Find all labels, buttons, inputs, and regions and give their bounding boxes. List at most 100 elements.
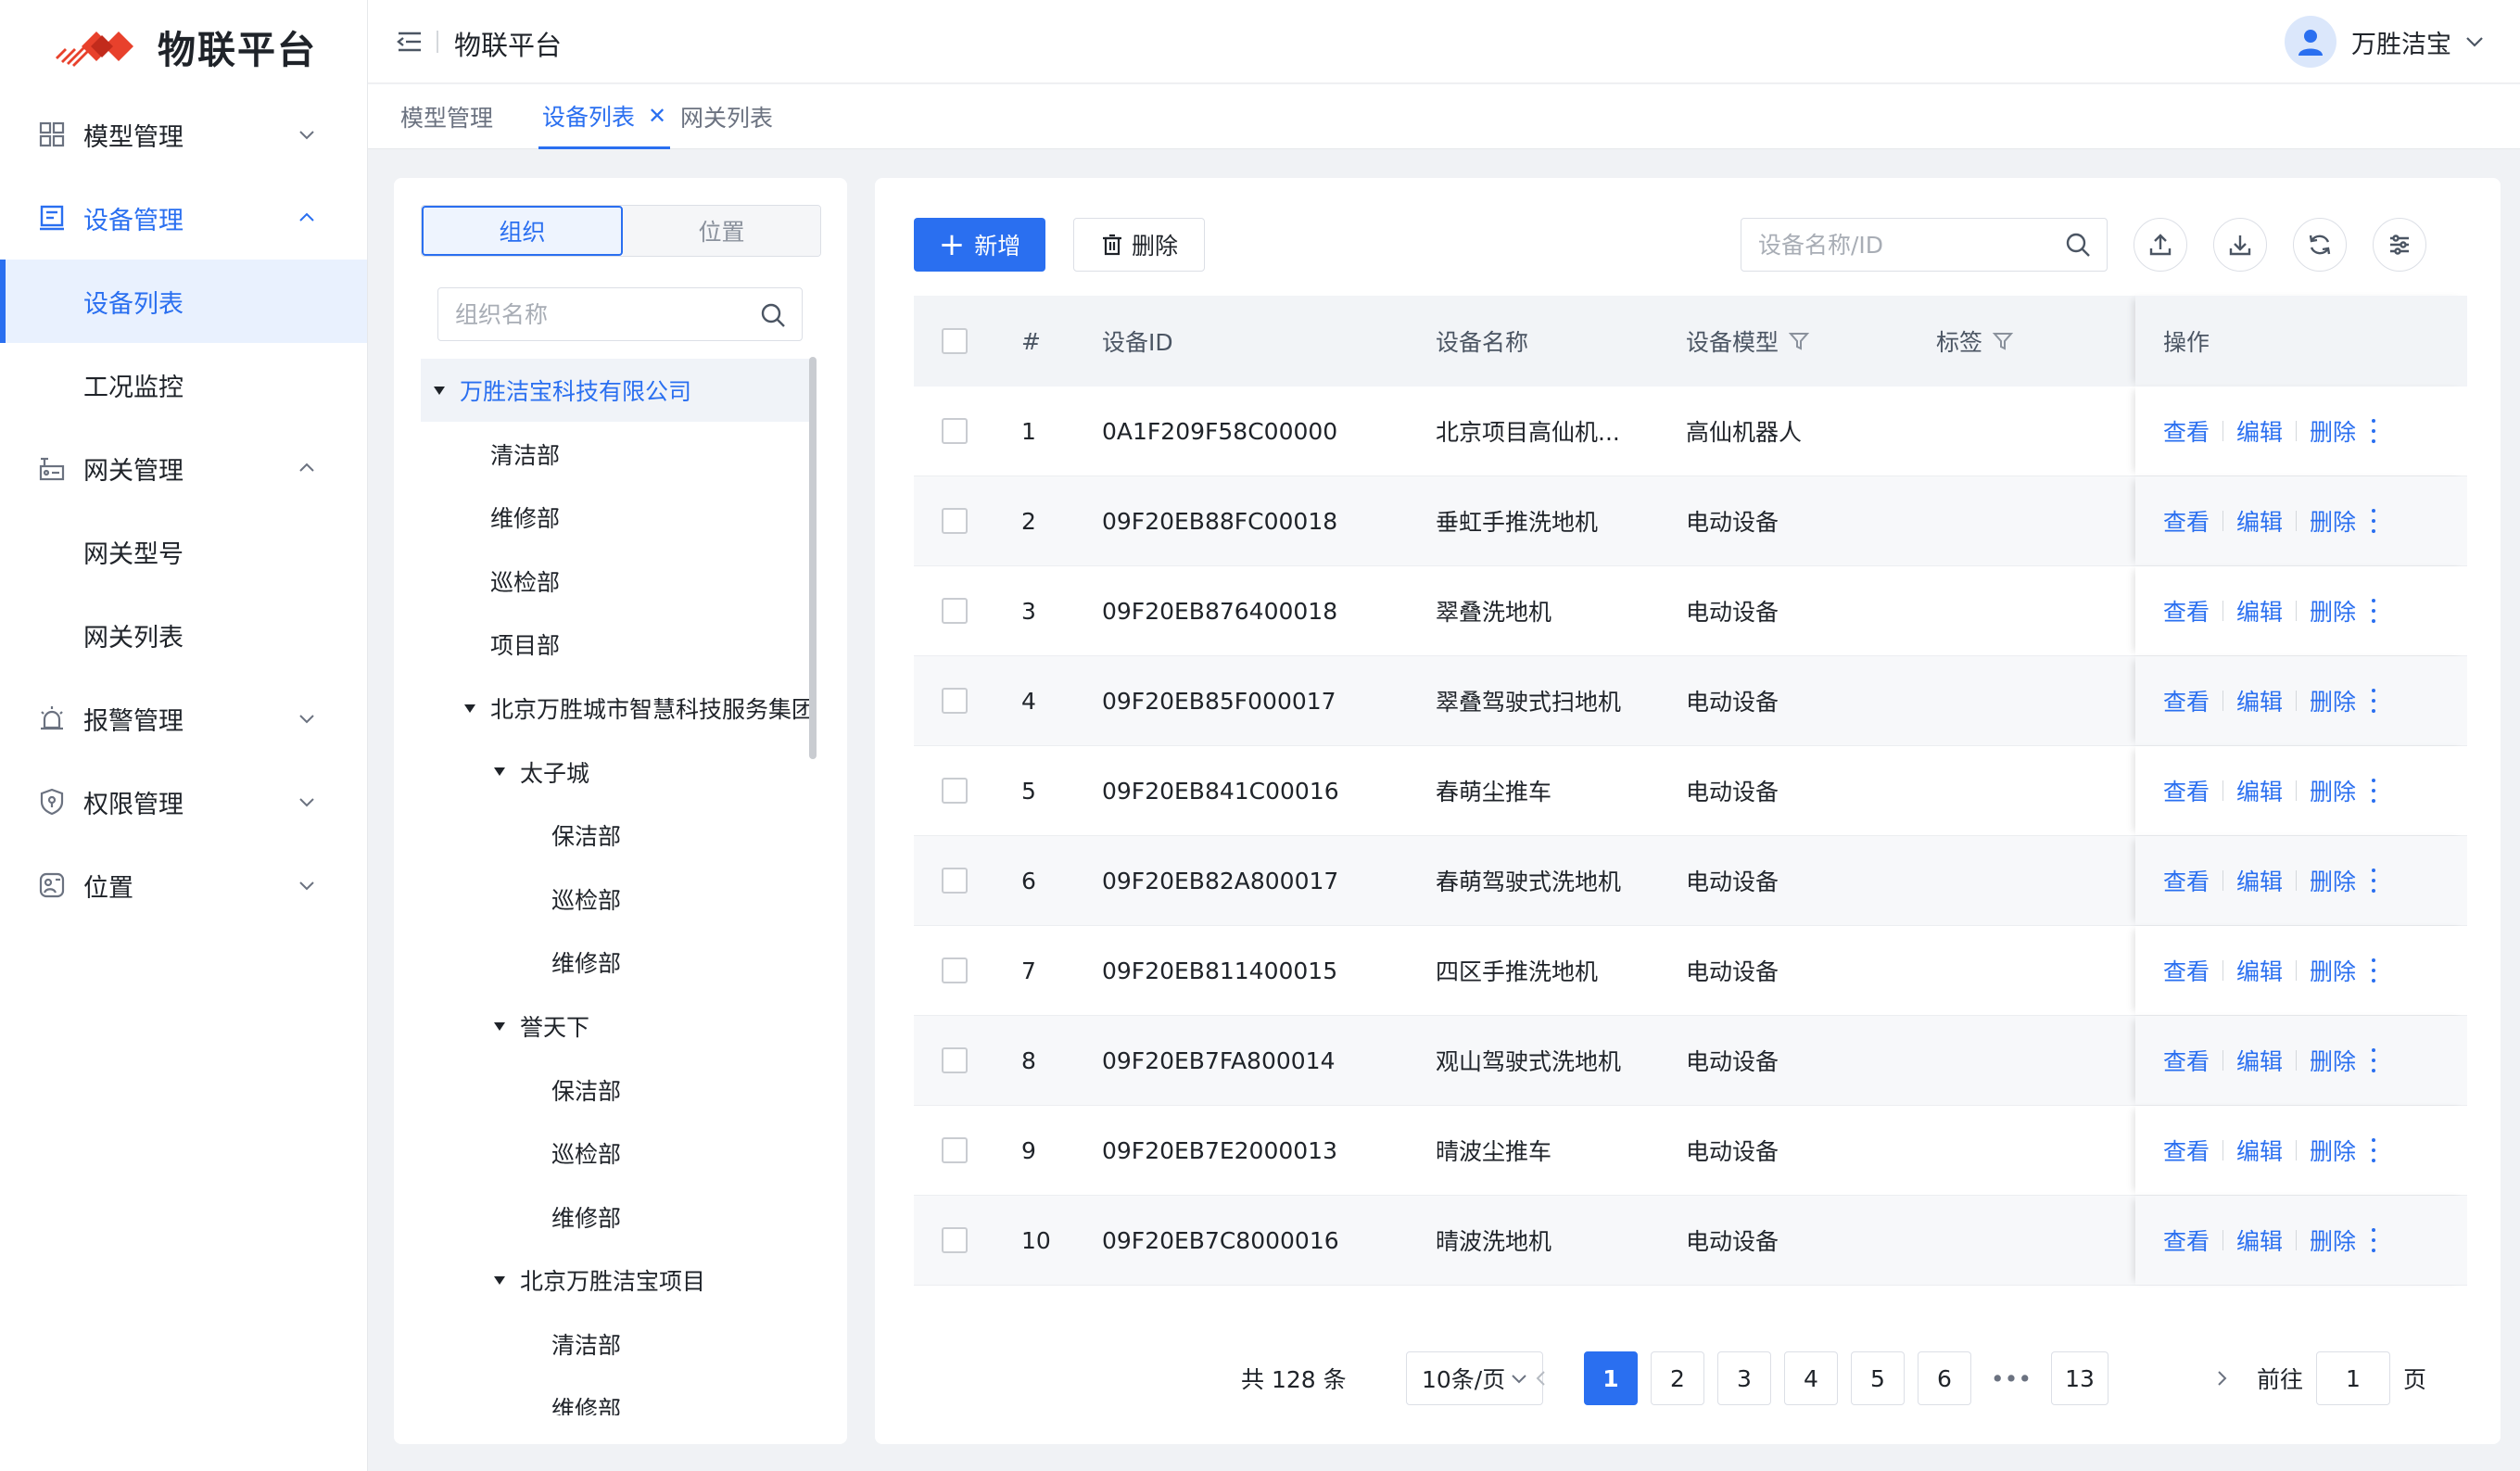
nav-condition-monitor[interactable]: 工况监控 xyxy=(0,343,367,426)
delete-link[interactable]: 删除 xyxy=(2310,1134,2356,1167)
tree-node[interactable]: 维修部 xyxy=(421,1186,810,1249)
edit-link[interactable]: 编辑 xyxy=(2236,774,2283,807)
edit-link[interactable]: 编辑 xyxy=(2236,864,2283,897)
page-ellipsis[interactable]: ••• xyxy=(1984,1351,2038,1405)
nav-gateway-management[interactable]: 网关管理 xyxy=(0,426,367,510)
tree-node[interactable]: 项目部 xyxy=(421,613,810,676)
filter-icon[interactable] xyxy=(1788,330,1810,352)
next-page-button[interactable] xyxy=(2195,1351,2248,1405)
tree-node[interactable]: 巡检部 xyxy=(421,550,810,613)
row-checkbox[interactable] xyxy=(942,926,968,1015)
table-row[interactable]: 3 09F20EB876400018 翠叠洗地机 电动设备 查看 编辑 删除 xyxy=(914,566,2467,656)
more-vertical-icon[interactable] xyxy=(2371,1228,2376,1252)
tree-node[interactable]: 维修部 xyxy=(421,486,810,549)
view-link[interactable]: 查看 xyxy=(2163,1044,2210,1077)
caret-down-icon[interactable] xyxy=(494,1275,505,1285)
download-icon[interactable] xyxy=(2213,218,2267,272)
segment-location[interactable]: 位置 xyxy=(623,206,820,256)
tree-node[interactable]: 巡检部 xyxy=(421,868,810,931)
more-vertical-icon[interactable] xyxy=(2371,419,2376,443)
more-vertical-icon[interactable] xyxy=(2371,599,2376,623)
tab-device-list[interactable]: 设备列表 ✕ xyxy=(538,84,671,149)
delete-link[interactable]: 删除 xyxy=(2310,504,2356,538)
row-checkbox[interactable] xyxy=(942,476,968,565)
edit-link[interactable]: 编辑 xyxy=(2236,504,2283,538)
delete-link[interactable]: 删除 xyxy=(2310,954,2356,987)
tree-node[interactable]: 维修部 xyxy=(421,931,810,994)
page-button[interactable]: 6 xyxy=(1918,1351,1971,1405)
delete-button[interactable]: 删除 xyxy=(1073,218,1205,272)
table-row[interactable]: 2 09F20EB88FC00018 垂虹手推洗地机 电动设备 查看 编辑 删除 xyxy=(914,476,2467,566)
row-checkbox[interactable] xyxy=(942,387,968,476)
delete-link[interactable]: 删除 xyxy=(2310,864,2356,897)
delete-link[interactable]: 删除 xyxy=(2310,414,2356,448)
org-search-input[interactable] xyxy=(438,288,744,340)
search-icon[interactable] xyxy=(759,301,787,329)
row-checkbox[interactable] xyxy=(942,836,968,925)
app-logo[interactable]: 物联平台 xyxy=(54,19,317,74)
view-link[interactable]: 查看 xyxy=(2163,1224,2210,1257)
delete-link[interactable]: 删除 xyxy=(2310,594,2356,628)
tab-model-management[interactable]: 模型管理 xyxy=(400,84,493,149)
tree-node[interactable]: 北京万胜城市智慧科技服务集团 xyxy=(421,677,810,740)
table-row[interactable]: 10 09F20EB7C8000016 晴波洗地机 电动设备 查看 编辑 删除 xyxy=(914,1196,2467,1286)
menu-fold-icon[interactable] xyxy=(396,28,424,56)
table-row[interactable]: 7 09F20EB811400015 四区手推洗地机 电动设备 查看 编辑 删除 xyxy=(914,926,2467,1016)
delete-link[interactable]: 删除 xyxy=(2310,1224,2356,1257)
upload-icon[interactable] xyxy=(2134,218,2187,272)
page-button[interactable]: 1 xyxy=(1584,1351,1638,1405)
table-row[interactable]: 8 09F20EB7FA800014 观山驾驶式洗地机 电动设备 查看 编辑 删除 xyxy=(914,1016,2467,1106)
more-vertical-icon[interactable] xyxy=(2371,509,2376,533)
edit-link[interactable]: 编辑 xyxy=(2236,594,2283,628)
nav-alarm-management[interactable]: 报警管理 xyxy=(0,677,367,760)
nav-permission-management[interactable]: 权限管理 xyxy=(0,760,367,843)
page-button[interactable]: 3 xyxy=(1717,1351,1771,1405)
tree-node[interactable]: 太子城 xyxy=(421,741,810,804)
row-checkbox[interactable] xyxy=(942,656,968,745)
edit-link[interactable]: 编辑 xyxy=(2236,1134,2283,1167)
caret-down-icon[interactable] xyxy=(434,386,445,395)
table-row[interactable]: 6 09F20EB82A800017 春萌驾驶式洗地机 电动设备 查看 编辑 删除 xyxy=(914,836,2467,926)
page-button[interactable]: 13 xyxy=(2051,1351,2108,1405)
edit-link[interactable]: 编辑 xyxy=(2236,684,2283,717)
device-search-input[interactable] xyxy=(1741,219,2047,271)
view-link[interactable]: 查看 xyxy=(2163,414,2210,448)
select-all-checkbox[interactable] xyxy=(942,296,968,387)
delete-link[interactable]: 删除 xyxy=(2310,1044,2356,1077)
nav-device-management[interactable]: 设备管理 xyxy=(0,176,367,260)
refresh-icon[interactable] xyxy=(2293,218,2347,272)
view-link[interactable]: 查看 xyxy=(2163,864,2210,897)
nav-gateway-model[interactable]: 网关型号 xyxy=(0,510,367,593)
table-row[interactable]: 4 09F20EB85F000017 翠叠驾驶式扫地机 电动设备 查看 编辑 删除 xyxy=(914,656,2467,746)
more-vertical-icon[interactable] xyxy=(2371,1138,2376,1162)
edit-link[interactable]: 编辑 xyxy=(2236,414,2283,448)
row-checkbox[interactable] xyxy=(942,1106,968,1195)
tree-node[interactable]: 巡检部 xyxy=(421,1122,810,1185)
more-vertical-icon[interactable] xyxy=(2371,1048,2376,1072)
column-settings-icon[interactable] xyxy=(2373,218,2426,272)
edit-link[interactable]: 编辑 xyxy=(2236,1044,2283,1077)
tree-node[interactable]: 北京万胜洁宝项目 xyxy=(421,1249,810,1312)
table-row[interactable]: 9 09F20EB7E2000013 晴波尘推车 电动设备 查看 编辑 删除 xyxy=(914,1106,2467,1196)
tree-node[interactable]: 维修部 xyxy=(421,1376,810,1415)
nav-location[interactable]: 位置 xyxy=(0,843,367,927)
edit-link[interactable]: 编辑 xyxy=(2236,954,2283,987)
nav-device-list[interactable]: 设备列表 xyxy=(0,260,367,343)
page-button[interactable]: 2 xyxy=(1651,1351,1704,1405)
caret-down-icon[interactable] xyxy=(494,767,505,777)
delete-link[interactable]: 删除 xyxy=(2310,774,2356,807)
view-link[interactable]: 查看 xyxy=(2163,1134,2210,1167)
tree-node[interactable]: 清洁部 xyxy=(421,1312,810,1376)
view-link[interactable]: 查看 xyxy=(2163,594,2210,628)
tab-gateway-list[interactable]: 网关列表 xyxy=(680,84,773,149)
edit-link[interactable]: 编辑 xyxy=(2236,1224,2283,1257)
row-checkbox[interactable] xyxy=(942,746,968,835)
nav-model-management[interactable]: 模型管理 xyxy=(0,93,367,176)
goto-page-input[interactable] xyxy=(2316,1351,2390,1405)
row-checkbox[interactable] xyxy=(942,566,968,655)
tree-node[interactable]: 万胜洁宝科技有限公司 xyxy=(421,359,810,422)
view-link[interactable]: 查看 xyxy=(2163,504,2210,538)
search-icon[interactable] xyxy=(2064,231,2092,259)
more-vertical-icon[interactable] xyxy=(2371,869,2376,893)
row-checkbox[interactable] xyxy=(942,1016,968,1105)
